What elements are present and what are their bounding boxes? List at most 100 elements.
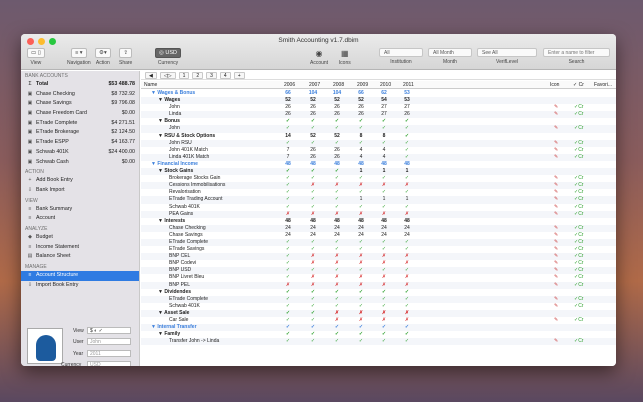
table-row[interactable]: ▼ Wages & Bonus 66 104 104 66 62 53 (141, 90, 616, 97)
row-credit-flag[interactable]: ✓Cr (574, 175, 583, 182)
column-header-year[interactable]: 2010 (380, 82, 391, 88)
month-select[interactable]: All Month (428, 48, 472, 57)
add-level-button[interactable]: + (233, 71, 245, 79)
currency-button[interactable]: ◎ USD (155, 48, 181, 58)
sidebar-account-item[interactable]: ▣ ETrade Complete $4 271.51 (21, 119, 139, 129)
row-credit-flag[interactable]: ✓Cr (574, 189, 583, 196)
sidebar-item-account-structure[interactable]: ≡ Account Structure (21, 271, 139, 281)
row-edit-icon[interactable]: ✎ (554, 239, 558, 246)
row-credit-flag[interactable]: ✓Cr (574, 239, 583, 246)
row-edit-icon[interactable]: ✎ (554, 338, 558, 345)
collapse-button[interactable]: ◁▷ (159, 71, 176, 79)
table-row[interactable]: ETrade Complete ✓ ✓ ✓ ✓ ✓ ✓ ✎ ✓Cr (141, 238, 616, 247)
table-row[interactable]: Transfer John -> Linda ✓ ✓ ✓ ✓ ✓ ✓ ✎ ✓Cr (141, 338, 616, 346)
row-edit-icon[interactable]: ✎ (554, 274, 558, 281)
table-row[interactable]: ▼ Asset Sale ✓ ✓ ✗ ✗ ✗ ✗ (141, 309, 616, 317)
sidebar-item-bank-import[interactable]: ⇩ Bank Import (21, 186, 139, 196)
row-credit-flag[interactable]: ✓Cr (574, 154, 583, 161)
search-input[interactable] (543, 48, 610, 57)
row-edit-icon[interactable]: ✎ (554, 182, 558, 189)
row-edit-icon[interactable]: ✎ (554, 111, 558, 118)
table-row[interactable]: ▼ Bonus ✓ ✓ ✓ ✓ ✓ ✓ (141, 118, 616, 125)
row-edit-icon[interactable]: ✎ (554, 232, 558, 239)
table-row[interactable]: John RSU ✓ ✓ ✓ ✓ ✓ ✓ ✎ ✓Cr (141, 139, 616, 147)
table-row[interactable]: Linda 26 26 26 26 27 26 ✎ ✓Cr (141, 111, 616, 119)
currency-select[interactable]: USD (87, 361, 131, 366)
row-credit-flag[interactable]: ✓Cr (574, 196, 583, 203)
row-edit-icon[interactable]: ✎ (554, 211, 558, 218)
icons-button[interactable]: ▦ (338, 48, 352, 58)
row-credit-flag[interactable]: ✓Cr (574, 111, 583, 118)
table-row[interactable]: ▼ Financial Income 48 48 48 48 48 48 (141, 161, 616, 168)
row-credit-flag[interactable]: ✓Cr (574, 104, 583, 111)
sidebar-account-item[interactable]: ▣ Chase Savings $9 796.08 (21, 99, 139, 109)
row-edit-icon[interactable]: ✎ (554, 253, 558, 260)
sidebar-item-add-book-entry[interactable]: + Add Book Entry (21, 176, 139, 186)
row-credit-flag[interactable]: ✓Cr (574, 260, 583, 267)
table-row[interactable]: John 401K Match 7 26 26 4 4 ✓ ✎ ✓Cr (141, 147, 616, 154)
sidebar-item-budget[interactable]: ◆ Budget (21, 233, 139, 243)
table-row[interactable]: ▼ Family ✓ ✓ ✓ ✓ ✓ ✓ (141, 331, 616, 338)
row-edit-icon[interactable]: ✎ (554, 282, 558, 289)
row-edit-icon[interactable]: ✎ (554, 317, 558, 324)
row-edit-icon[interactable]: ✎ (554, 189, 558, 196)
row-credit-flag[interactable]: ✓Cr (574, 182, 583, 189)
row-credit-flag[interactable]: ✓Cr (574, 204, 583, 211)
row-edit-icon[interactable]: ✎ (554, 246, 558, 253)
institution-select[interactable]: All (379, 48, 423, 57)
column-header-cr[interactable]: ✓ Cr (573, 82, 584, 88)
table-row[interactable]: Cessions Immobilisations ✓ ✗ ✗ ✗ ✗ ✗ ✎ ✓Cr (141, 182, 616, 190)
table-row[interactable]: ETrade Savings ✓ ✓ ✓ ✓ ✓ ✓ ✎ ✓Cr (141, 246, 616, 253)
sidebar-account-item[interactable]: ▣ Chase Checking $8 732.92 (21, 90, 139, 100)
column-header-year[interactable]: 2009 (357, 82, 368, 88)
table-row[interactable]: Schwab 401K ✓ ✓ ✓ ✓ ✓ ✓ ✎ ✓Cr (141, 303, 616, 310)
row-credit-flag[interactable]: ✓Cr (574, 317, 583, 324)
row-edit-icon[interactable]: ✎ (554, 154, 558, 161)
table-row[interactable]: Brokerage Stocks Gain ✓ ✓ ✓ ✓ ✓ ✓ ✎ ✓Cr (141, 175, 616, 182)
column-header-year[interactable]: 2008 (333, 82, 344, 88)
row-edit-icon[interactable]: ✎ (554, 175, 558, 182)
table-row[interactable]: BNP Codevi ✓ ✗ ✗ ✗ ✗ ✗ ✎ ✓Cr (141, 260, 616, 267)
row-edit-icon[interactable]: ✎ (554, 260, 558, 267)
row-credit-flag[interactable]: ✓Cr (574, 147, 583, 154)
table-row[interactable]: ▼ RSU & Stock Options 14 52 52 8 8 ✓ (141, 133, 616, 140)
sidebar-account-item[interactable]: ▣ ETrade ESPP $4 163.77 (21, 138, 139, 148)
row-edit-icon[interactable]: ✎ (554, 296, 558, 303)
row-edit-icon[interactable]: ✎ (554, 196, 558, 203)
column-header-favorite[interactable]: Favori... (594, 82, 612, 88)
view-mode-buttons[interactable]: $ ◐ ✓ (87, 327, 131, 334)
sidebar-item-income-statement[interactable]: ≡ Income Statement (21, 243, 139, 253)
table-row[interactable]: ▼ Internal Transfer ✓ ✓ ✓ ✓ ✓ ✓ (141, 324, 616, 332)
level-tab-3[interactable]: 3 (206, 71, 217, 79)
year-select[interactable]: 2011 (87, 350, 131, 357)
row-edit-icon[interactable]: ✎ (554, 267, 558, 274)
table-row[interactable]: BNP PEL ✗ ✗ ✗ ✗ ✗ ✗ ✎ ✓Cr (141, 281, 616, 289)
row-edit-icon[interactable]: ✎ (554, 303, 558, 310)
table-row[interactable]: Revalorisation ✓ ✓ ✓ ✓ ✓ ✓ ✎ ✓Cr (141, 189, 616, 196)
row-credit-flag[interactable]: ✓Cr (574, 253, 583, 260)
view-toggle-button[interactable]: ▭ ▯ (27, 48, 45, 58)
column-header-year[interactable]: 2006 (284, 82, 295, 88)
sidebar-account-item[interactable]: Σ Total $53 488.78 (21, 80, 139, 90)
action-button[interactable]: ⚙ ▾ (95, 48, 111, 58)
sidebar-item-balance-sheet[interactable]: ▤ Balance Sheet (21, 252, 139, 262)
table-row[interactable]: BNP CEL ✓ ✗ ✗ ✗ ✗ ✗ ✎ ✓Cr (141, 253, 616, 261)
level-tab-4[interactable]: 4 (219, 71, 231, 79)
account-button[interactable]: ◉ (313, 48, 326, 58)
sidebar-account-item[interactable]: ▣ Schwab 401K $24 400.00 (21, 148, 139, 158)
row-credit-flag[interactable]: ✓Cr (574, 225, 583, 232)
row-edit-icon[interactable]: ✎ (554, 125, 558, 132)
row-credit-flag[interactable]: ✓Cr (574, 282, 583, 289)
row-credit-flag[interactable]: ✓Cr (574, 338, 583, 345)
level-tab-2[interactable]: 2 (192, 71, 204, 79)
table-row[interactable]: ETrade Trading Account ✓ ✓ ✓ 1 1 1 ✎ ✓Cr (141, 196, 616, 204)
sidebar-account-item[interactable]: ▣ ETrade Brokerage $2 124.50 (21, 128, 139, 138)
sidebar-account-item[interactable]: ▣ Chase Freedom Card $0.00 (21, 109, 139, 119)
table-row[interactable]: Car Sale ✓ ✓ ✗ ✗ ✗ ✗ ✎ ✓Cr (141, 317, 616, 324)
table-row[interactable]: John 26 26 26 26 27 27 ✎ ✓Cr (141, 104, 616, 111)
column-header-icon[interactable]: Icon (550, 82, 559, 88)
table-row[interactable]: ▼ Dividendes ✓ ✓ ✓ ✓ ✓ ✓ (141, 289, 616, 296)
row-credit-flag[interactable]: ✓Cr (574, 232, 583, 239)
table-row[interactable]: Chase Savings 24 24 24 24 24 24 ✎ ✓Cr (141, 232, 616, 239)
table-row[interactable]: ▼ Interests 48 48 48 48 48 48 (141, 218, 616, 225)
